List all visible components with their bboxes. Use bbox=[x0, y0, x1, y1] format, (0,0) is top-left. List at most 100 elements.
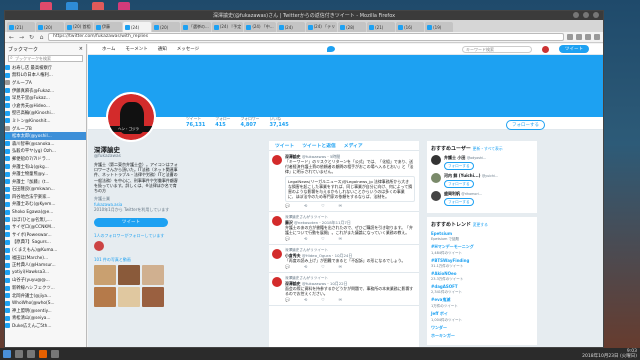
follow-button[interactable]: フォローする bbox=[444, 162, 474, 170]
photo-thumbnail[interactable] bbox=[142, 264, 164, 285]
bookmark-item[interactable]: サイボ(Poweswar... bbox=[5, 231, 86, 239]
minimize-button[interactable] bbox=[573, 12, 579, 18]
browser-tab[interactable]: (24) bbox=[276, 22, 305, 32]
browser-tab[interactable]: 伊藤 bbox=[94, 22, 122, 32]
trend-item[interactable]: ワンダー bbox=[431, 325, 533, 331]
twitter-search-input[interactable]: キーワード検索 bbox=[462, 45, 532, 53]
bookmark-item[interactable]: 弘毅の平ヤ(yg) Ozh... bbox=[5, 148, 86, 156]
dm-icon[interactable]: ✉ bbox=[339, 203, 342, 208]
profile-avatar[interactable]: ヘン・ゴジラ bbox=[106, 92, 156, 142]
tweet-to-button[interactable]: ツイート bbox=[94, 217, 168, 227]
browser-tab[interactable]: (24) 『予定 bbox=[211, 22, 244, 32]
url-bar[interactable]: https://twitter.com/fukazawas/with_repli… bbox=[48, 33, 564, 41]
nav-messages[interactable]: メッセージ bbox=[177, 46, 199, 52]
trend-item[interactable]: #eva鬼滅 1万件のツイート bbox=[431, 297, 533, 309]
timeline-tab[interactable]: ツイートと返信 bbox=[302, 142, 336, 149]
like-icon[interactable]: ♡ bbox=[321, 264, 325, 269]
bookmark-item[interactable]: WhoWho(@who(S... bbox=[5, 299, 86, 307]
bookmark-item[interactable]: Duke広えんご5th... bbox=[5, 322, 86, 330]
clock[interactable]: 9:03 2018年10月23日 (火曜日) bbox=[582, 349, 637, 359]
avatar[interactable] bbox=[94, 240, 104, 251]
browser-tab[interactable]: (20) bbox=[152, 22, 180, 32]
browser-tab[interactable]: (28) bbox=[338, 22, 367, 32]
browser-tab[interactable]: (24) 「中... bbox=[244, 22, 276, 32]
followers-you-know-link[interactable]: 1人のフォロワーがフォローしています bbox=[94, 233, 180, 239]
bookmark-item[interactable]: 石田隆良(@mkwan... bbox=[5, 186, 86, 194]
photo-thumbnail[interactable] bbox=[94, 286, 116, 307]
firefox-icon[interactable] bbox=[39, 350, 47, 358]
avatar[interactable] bbox=[272, 155, 282, 165]
like-icon[interactable]: ♡ bbox=[321, 203, 325, 208]
follow-button[interactable]: フォローする bbox=[506, 120, 545, 130]
bookmark-item[interactable]: 新幹線ハシフェクツ... bbox=[5, 284, 86, 292]
bookmark-item[interactable]: ミトン@Kinoshit... bbox=[5, 117, 86, 125]
quoted-tweet[interactable]: LegalNews(リーガルニュース)@Legalnews_jp 法律事務所から… bbox=[285, 176, 415, 202]
bookmark-item[interactable]: 弁護士物童熊@y... bbox=[5, 170, 86, 178]
browser-tab[interactable]: (19) bbox=[425, 22, 454, 32]
bookmark-item[interactable]: 【原典7】Sagurs... bbox=[5, 239, 86, 247]
tweet[interactable]: 深澤諭史さんがリツイート 小倉秀夫 @Hideo_Ogura · 10月24日 「再… bbox=[269, 245, 419, 273]
suggested-user-name[interactable]: 河内 鮮 (Yuichi...) @yuichi... bbox=[444, 173, 498, 179]
like-icon[interactable]: ♡ bbox=[321, 236, 325, 241]
tweet[interactable]: 深澤諭史さんがリツイート 藤沢 @nekosoten · 2018年11月7日 弁護… bbox=[269, 212, 419, 245]
browser-tab[interactable]: (16) bbox=[396, 22, 425, 32]
bookmark-item[interactable]: 壁巴高輪(@Kinoshi... bbox=[5, 110, 86, 118]
avatar[interactable] bbox=[272, 277, 282, 287]
avatar[interactable] bbox=[431, 155, 441, 165]
browser-tab[interactable]: (24) bbox=[123, 22, 151, 32]
bookmark-item[interactable]: 神上盟明(@sentiy... bbox=[5, 307, 86, 315]
tweet[interactable]: 深澤諭史 @fukazawas · 5時間 「キーワード」のリスクとリターンを「公… bbox=[269, 151, 419, 212]
retweet-icon[interactable]: ⟲ bbox=[304, 297, 307, 302]
trend-item[interactable]: #AkioNOeo 23.3万件のツイート bbox=[431, 271, 533, 282]
timeline-tab[interactable]: ツイート bbox=[275, 142, 294, 149]
bookmark-item[interactable]: yotiyi(Hawksa3... bbox=[5, 269, 86, 277]
home-icon[interactable]: ⌂ bbox=[38, 34, 45, 41]
reply-icon[interactable]: 💬 bbox=[285, 203, 290, 208]
close-button[interactable] bbox=[593, 12, 599, 18]
nav-notifications[interactable]: 通知 bbox=[158, 46, 167, 52]
trend-item[interactable]: #BTSWayFinding 31.1万件のツイート bbox=[431, 258, 533, 269]
twitter-bird-icon[interactable] bbox=[326, 46, 335, 52]
dm-icon[interactable]: ✉ bbox=[339, 236, 342, 241]
dm-icon[interactable]: ✉ bbox=[339, 297, 342, 302]
avatar[interactable] bbox=[431, 173, 441, 183]
reload-icon[interactable]: ↻ bbox=[28, 34, 35, 41]
bookmark-item[interactable]: 四谷地合法学楽家... bbox=[5, 193, 86, 201]
reply-icon[interactable]: 💬 bbox=[285, 236, 290, 241]
dm-icon[interactable]: ✉ bbox=[339, 264, 342, 269]
photo-thumbnail[interactable] bbox=[142, 286, 164, 307]
back-icon[interactable]: ← bbox=[8, 34, 15, 41]
retweet-icon[interactable]: ⟲ bbox=[304, 264, 307, 269]
trend-item[interactable]: ホーキンガー bbox=[431, 333, 533, 339]
bookmark-item[interactable]: 弁護士『加藤』(t... bbox=[5, 178, 86, 186]
browser-tab[interactable]: (21) bbox=[367, 22, 396, 32]
like-icon[interactable]: ♡ bbox=[321, 297, 325, 302]
profile-name[interactable]: 深澤諭史 bbox=[94, 144, 180, 154]
extension-icon[interactable] bbox=[585, 34, 591, 40]
browser-tab[interactable]: (20) 首相 bbox=[65, 22, 93, 32]
reply-icon[interactable]: 💬 bbox=[285, 264, 290, 269]
avatar[interactable] bbox=[272, 249, 282, 259]
bookmark-item[interactable]: 福田ほ(Marche)... bbox=[5, 254, 86, 262]
bookmark-search-input[interactable]: ブックマークを検索 bbox=[8, 55, 83, 62]
photo-thumbnail[interactable] bbox=[118, 264, 140, 285]
trend-item[interactable]: Jeff ボイ 1,004件のツイート bbox=[431, 311, 533, 323]
retweet-icon[interactable]: ⟲ bbox=[304, 203, 307, 208]
extension-icon[interactable] bbox=[576, 34, 582, 40]
bookmark-item[interactable]: (くまえもん)@Kuma... bbox=[5, 246, 86, 254]
bookmark-folder[interactable]: グループB bbox=[5, 125, 86, 133]
bookmark-item[interactable]: Shoko Egawa(@e... bbox=[5, 208, 86, 216]
profile-stat[interactable]: フォロワー 4,807 bbox=[240, 116, 259, 129]
trend-item[interactable]: #Hマンデーモーニング 1,484件のツイート bbox=[431, 244, 533, 256]
tweet-button[interactable]: ツイート bbox=[559, 45, 589, 53]
menu-icon[interactable] bbox=[594, 34, 600, 40]
photo-thumbnail[interactable] bbox=[94, 264, 116, 285]
bookmark-item[interactable]: 弁護士あむ(@Kyem... bbox=[5, 201, 86, 209]
bookmark-item[interactable]: 無料Lの日本人権利... bbox=[5, 72, 86, 80]
bookmark-item[interactable]: 正村典人(@Hamsur... bbox=[5, 261, 86, 269]
browser-tab[interactable]: (21) bbox=[7, 22, 35, 32]
bookmark-item[interactable]: 青松清山(@seiya... bbox=[5, 315, 86, 323]
bookmark-item[interactable]: 森川智華(@sanoka... bbox=[5, 140, 86, 148]
bookmark-item[interactable]: お寿し店 最高検察庁 bbox=[5, 64, 86, 72]
browser-tab[interactable]: 「選挙の... bbox=[181, 22, 211, 32]
